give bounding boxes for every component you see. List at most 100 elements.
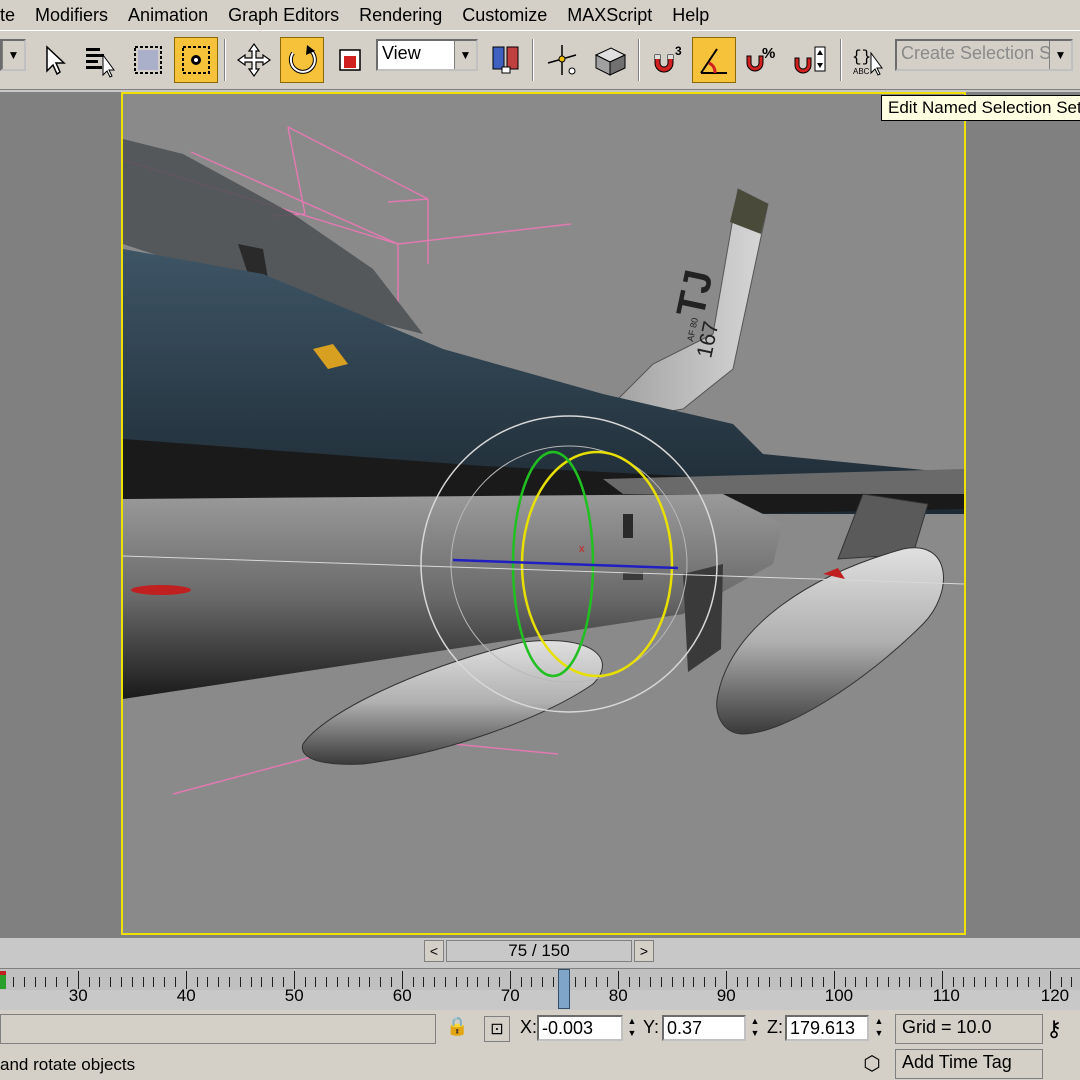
menu-edit[interactable]: te [0, 0, 25, 30]
trackbar-tick-label: 30 [68, 986, 88, 1005]
trackbar-tick [779, 977, 781, 987]
key-marker[interactable] [0, 971, 6, 989]
previous-frame-button[interactable]: < [424, 940, 444, 962]
absolute-mode-transform-icon[interactable]: ⊡ [484, 1016, 510, 1042]
reference-coordinate-value: View [382, 43, 421, 63]
svg-text:x: x [579, 543, 585, 555]
trackbar-tick [671, 977, 673, 987]
menu-bar: te Modifiers Animation Graph Editors Ren… [0, 0, 1080, 30]
z-spinner[interactable]: ▲ ▼ [872, 1015, 886, 1041]
snaps-toggle-button[interactable]: 3 [646, 37, 690, 83]
percent-snap-button[interactable]: % [740, 37, 784, 83]
trackbar-tick [898, 977, 900, 987]
trackbar-tick [876, 977, 878, 987]
main-toolbar: ▼ View ▼ 3 % {} ABC Create Selection Set… [0, 30, 1080, 90]
svg-text:{}: {} [852, 48, 871, 66]
trackbar-tick [747, 977, 749, 987]
select-and-rotate-button[interactable] [280, 37, 324, 83]
menu-customize[interactable]: Customize [452, 0, 557, 30]
rectangular-selection-button[interactable] [126, 37, 170, 83]
status-bar-coordinates: 🔒 ⊡ X: -0.003 ▲ ▼ Y: 0.37 ▲ ▼ Z: 179.613 ▲… [0, 1010, 1080, 1048]
trackbar-tick [369, 977, 371, 987]
trackbar-tick [164, 977, 166, 987]
trackbar-tick-label: 100 [824, 986, 854, 1005]
z-label: Z: [767, 1017, 783, 1037]
toolbar-separator [638, 39, 640, 81]
selection-lock-icon[interactable]: 🔒 [446, 1016, 468, 1042]
select-object-button[interactable] [32, 37, 76, 83]
time-tag-cube-icon[interactable]: ⬡ [856, 1050, 888, 1078]
trackbar-tick [347, 977, 349, 987]
trackbar-tick [228, 977, 230, 987]
pivot-center-button[interactable] [484, 37, 528, 83]
trackbar-tick [650, 977, 652, 987]
svg-text:3: 3 [675, 44, 682, 58]
svg-text:ABC: ABC [853, 67, 870, 76]
spinner-snap-button[interactable] [788, 37, 832, 83]
reference-coordinate-dropdown[interactable]: View ▼ [376, 39, 478, 71]
manipulate-button[interactable] [540, 37, 584, 83]
y-spinner[interactable]: ▲ ▼ [748, 1015, 762, 1041]
trackbar-tick-label: 80 [608, 986, 628, 1005]
y-coordinate-field[interactable]: 0.37 [662, 1015, 746, 1041]
time-slider[interactable]: < 75 / 150 > [0, 938, 1080, 964]
toolbar-separator [840, 39, 842, 81]
trackbar-tick [304, 977, 306, 987]
select-and-move-icon [236, 42, 272, 78]
x-spinner[interactable]: ▲ ▼ [625, 1015, 639, 1041]
trackbar-tick [336, 977, 338, 987]
trackbar-tick [358, 977, 360, 987]
spinner-snap-icon [794, 46, 826, 74]
selection-filter-dropdown[interactable]: ▼ [0, 39, 26, 71]
toolbar-separator [224, 39, 226, 81]
maxscript-listener-mini[interactable] [0, 1014, 436, 1044]
keyboard-shortcut-icon [594, 47, 627, 76]
x-label: X: [520, 1017, 538, 1037]
select-and-move-button[interactable] [232, 37, 276, 83]
window-crossing-button[interactable] [174, 37, 218, 83]
svg-text:%: % [762, 45, 775, 62]
menu-graph-editors[interactable]: Graph Editors [218, 0, 349, 30]
trackbar-tick [736, 977, 738, 987]
named-selection-set-dropdown[interactable]: Create Selection Set ▼ [895, 39, 1073, 71]
menu-rendering[interactable]: Rendering [349, 0, 452, 30]
select-by-name-button[interactable] [78, 37, 122, 83]
trackbar-tick [520, 977, 522, 987]
manipulate-icon [547, 45, 577, 75]
perspective-viewport[interactable]: TJ 167 AF 80 x [121, 92, 966, 935]
trackbar-tick-label: 90 [716, 986, 736, 1005]
trackbar[interactable]: 30 40 50 60 70 80 90 100 110 120 [0, 964, 1080, 1010]
trackbar-tick [131, 977, 133, 987]
trackbar-tick [444, 977, 446, 987]
current-frame-marker[interactable] [557, 969, 570, 1009]
trackbar-tick [531, 977, 533, 987]
trackbar-tick [88, 977, 90, 987]
select-and-scale-button[interactable] [328, 37, 372, 83]
menu-modifiers[interactable]: Modifiers [25, 0, 118, 30]
set-key-icon[interactable]: ⚷ [1046, 1014, 1080, 1044]
trackbar-tick [909, 977, 911, 987]
track-lane[interactable] [0, 968, 1080, 1009]
trackbar-tick [542, 977, 544, 987]
menu-help[interactable]: Help [662, 0, 719, 30]
time-slider-thumb[interactable]: 75 / 150 [446, 940, 632, 962]
z-coordinate-field[interactable]: 179.613 [785, 1015, 869, 1041]
x-coordinate-field[interactable]: -0.003 [537, 1015, 623, 1041]
add-time-tag-button[interactable]: Add Time Tag [895, 1049, 1043, 1079]
chevron-down-icon: ▼ [2, 41, 24, 69]
menu-animation[interactable]: Animation [118, 0, 218, 30]
menu-maxscript[interactable]: MAXScript [557, 0, 662, 30]
select-by-name-icon [86, 48, 115, 78]
trackbar-tick [466, 977, 468, 987]
keyboard-shortcut-override-button[interactable] [588, 37, 632, 83]
next-frame-button[interactable]: > [634, 940, 654, 962]
select-and-scale-icon [339, 49, 361, 71]
trackbar-tick [23, 977, 25, 987]
viewport-area: TJ 167 AF 80 x [0, 92, 1080, 938]
trackbar-tick [855, 977, 857, 987]
angle-snap-button[interactable] [692, 37, 736, 83]
edit-named-selection-button[interactable]: {} ABC [846, 37, 890, 83]
edit-named-selection-icon: {}ABC [852, 48, 883, 76]
trackbar-tick [790, 977, 792, 987]
trackbar-tick [660, 977, 662, 987]
